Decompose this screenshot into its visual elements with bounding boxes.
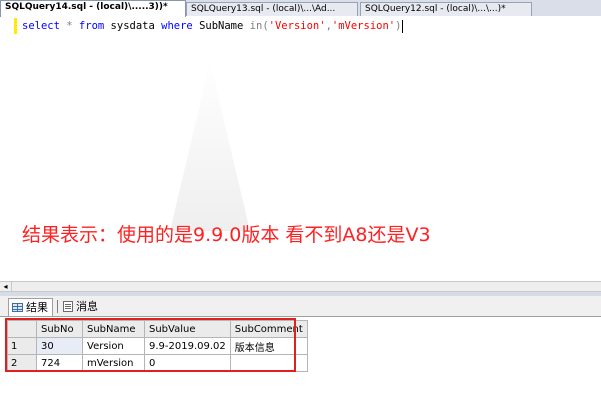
cell-subvalue[interactable]: 0 [144,354,231,372]
line-change-marker [14,18,17,34]
grid-icon [12,303,23,312]
document-tab-bar: SQLQuery14.sql - (local)\.....3))* SQLQu… [0,0,601,17]
sql-keyword-in: in [249,20,263,32]
editor-horizontal-scrollbar[interactable]: ◂ [0,281,601,292]
row-number[interactable]: 2 [7,354,37,372]
editor-gutter [0,16,18,281]
sql-keyword-from: from [78,20,105,32]
sql-keyword-where: where [161,20,193,32]
grid-header-row: SubNo SubName SubValue SubComment [7,320,308,338]
results-grid-area[interactable]: SubNo SubName SubValue SubComment 1 30 V… [0,317,601,416]
cell-subno[interactable]: 30 [36,337,83,355]
cell-subcomment[interactable]: 版本信息 [229,337,308,355]
sql-keyword-select: select [22,20,60,32]
sql-table-name: sysdata [110,20,155,32]
column-header-subvalue[interactable]: SubValue [144,320,231,338]
sql-paren-close: ) [395,20,402,32]
tab-messages-label: 消息 [76,300,98,313]
column-header-subcomment[interactable]: SubComment [229,320,308,338]
tab-results-label: 结果 [26,301,48,314]
cell-subcomment[interactable] [229,354,308,372]
tab-sqlquery12[interactable]: SQLQuery12.sql - (local)\...\...)* [360,2,532,16]
results-tab-strip: 结果 消息 [0,296,601,317]
sql-string-version: 'Version' [268,20,326,32]
cell-subvalue[interactable]: 9.9-2019.09.02 [144,337,231,355]
row-number[interactable]: 1 [7,337,37,355]
column-header-subname[interactable]: SubName [82,320,145,338]
sql-string-mversion: 'mVersion' [331,20,396,32]
sql-column-name: SubName [199,20,244,32]
tab-sqlquery14[interactable]: SQLQuery14.sql - (local)\.....3))* [0,0,186,17]
tab-separator [57,300,58,313]
tab-sqlquery13[interactable]: SQLQuery13.sql - (local)\...\Ad... [186,2,358,16]
table-row[interactable]: 2 724 mVersion 0 [7,354,308,372]
results-grid[interactable]: SubNo SubName SubValue SubComment 1 30 V… [7,320,308,372]
cell-subname[interactable]: mVersion [82,354,145,372]
sql-star: * [66,20,73,32]
query-editor[interactable]: select * from sysdata where SubName in('… [0,16,601,281]
cell-subno[interactable]: 724 [36,354,83,372]
table-row[interactable]: 1 30 Version 9.9-2019.09.02 版本信息 [7,337,308,355]
column-header-subno[interactable]: SubNo [36,320,83,338]
tab-results[interactable]: 结果 [8,298,53,316]
sql-code-line[interactable]: select * from sysdata where SubName in('… [22,18,404,34]
text-caret [402,19,404,33]
grid-corner-cell[interactable] [7,320,37,338]
tab-messages[interactable]: 消息 [60,298,102,315]
scroll-left-arrow-icon[interactable]: ◂ [0,282,12,291]
cell-subname[interactable]: Version [82,337,145,355]
red-annotation-text: 结果表示：使用的是9.9.0版本 看不到A8还是V3 [22,224,431,246]
message-icon [63,301,73,312]
watermark-shape [170,61,250,231]
